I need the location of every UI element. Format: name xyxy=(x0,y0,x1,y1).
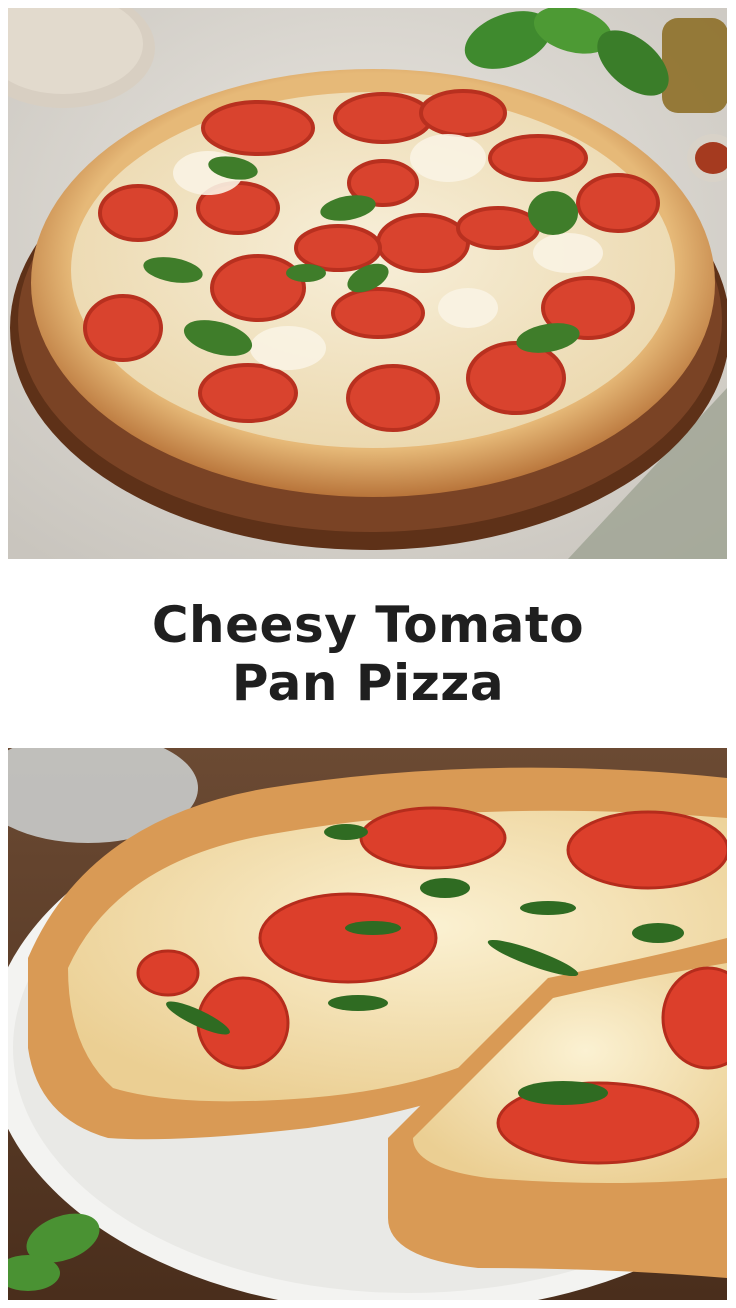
whole-pizza-photo xyxy=(8,8,727,559)
title-line-1: Cheesy Tomato xyxy=(151,595,585,654)
sliced-pizza-photo xyxy=(8,748,727,1300)
title-line-2: Pan Pizza xyxy=(231,653,505,712)
recipe-title: Cheesy Tomato Pan Pizza xyxy=(0,559,736,748)
